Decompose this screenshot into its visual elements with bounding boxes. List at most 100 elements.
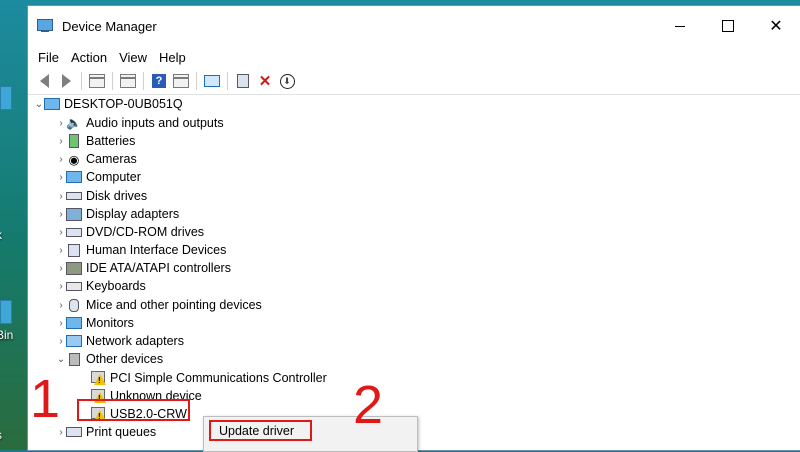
chevron-down-icon[interactable]: ⌄: [34, 99, 44, 110]
help-icon[interactable]: ?: [150, 72, 168, 90]
camera-icon: ◉: [68, 152, 80, 167]
step-number-1: 1: [30, 369, 61, 429]
chevron-right-icon[interactable]: ›: [56, 318, 66, 329]
category-label: Print queues: [86, 425, 157, 439]
category-label: Other devices: [86, 352, 164, 366]
back-icon[interactable]: [35, 72, 53, 90]
monitor-icon: [66, 170, 82, 184]
category-label: Cameras: [86, 152, 137, 166]
desktop-label: Bin: [0, 328, 14, 342]
tree-category[interactable]: › 🔈 Audio inputs and outputs: [56, 114, 224, 132]
category-label: Batteries: [86, 134, 136, 148]
computer-icon: [44, 97, 60, 111]
device-label: PCI Simple Communications Controller: [110, 371, 327, 385]
step-number-2: 2: [353, 375, 384, 435]
toolbar: ? ✕ ⬇: [28, 68, 800, 95]
close-button[interactable]: ✕: [752, 6, 800, 46]
menu-help[interactable]: Help: [153, 50, 192, 65]
speaker-icon: 🔈: [66, 115, 82, 130]
ide-controller-icon: [66, 261, 82, 275]
highlight-box-usb-device: [77, 399, 190, 421]
chevron-right-icon[interactable]: ›: [56, 245, 66, 256]
uninstall-icon[interactable]: ✕: [256, 72, 274, 90]
maximize-button[interactable]: [704, 6, 752, 46]
other-devices-icon: [66, 352, 82, 366]
download-icon[interactable]: ⬇: [278, 72, 296, 90]
display-adapter-icon: [66, 207, 82, 221]
category-label: Display adapters: [86, 207, 180, 221]
chevron-right-icon[interactable]: ›: [56, 209, 66, 220]
enable-icon[interactable]: [234, 72, 252, 90]
printer-icon: [66, 425, 82, 439]
title-bar[interactable]: Device Manager ✕: [28, 6, 800, 46]
chevron-right-icon[interactable]: ›: [56, 281, 66, 292]
tree-category[interactable]: › Computer: [56, 168, 141, 186]
tree-category[interactable]: › ◉ Cameras: [56, 150, 137, 168]
recycle-bin-icon[interactable]: [0, 300, 12, 324]
toolbar-separator: [81, 72, 82, 90]
minimize-button[interactable]: [656, 6, 704, 46]
hid-icon: [66, 243, 82, 257]
category-label: Mice and other pointing devices: [86, 298, 262, 312]
tree-root[interactable]: ⌄ DESKTOP-0UB051Q: [34, 95, 183, 113]
chevron-right-icon[interactable]: ›: [56, 118, 66, 129]
tree-category[interactable]: › Network adapters: [56, 332, 184, 350]
toolbar-separator: [227, 72, 228, 90]
device-manager-window: Device Manager ✕ File Action View Help ?…: [28, 6, 800, 450]
chevron-down-icon[interactable]: ⌄: [56, 354, 66, 365]
chevron-right-icon[interactable]: ›: [56, 191, 66, 202]
tree-category[interactable]: › Keyboards: [56, 277, 146, 295]
tree-device[interactable]: ! PCI Simple Communications Controller: [90, 369, 327, 387]
tree-category[interactable]: › Display adapters: [56, 205, 179, 223]
chevron-right-icon[interactable]: ›: [56, 263, 66, 274]
view-icon[interactable]: [172, 72, 190, 90]
chevron-right-icon[interactable]: ›: [56, 336, 66, 347]
update-icon[interactable]: [119, 72, 137, 90]
disk-drive-icon: [66, 189, 82, 203]
desktop-label: s: [0, 428, 2, 442]
category-label: Disk drives: [86, 189, 148, 203]
chevron-right-icon[interactable]: ›: [56, 300, 66, 311]
context-menu: Update driver: [203, 416, 418, 452]
toolbar-separator: [112, 72, 113, 90]
keyboard-icon: [66, 279, 82, 293]
tree-category[interactable]: › Disk drives: [56, 187, 147, 205]
tree-category[interactable]: › Mice and other pointing devices: [56, 296, 262, 314]
category-label: Human Interface Devices: [86, 243, 227, 257]
tree-category[interactable]: › Human Interface Devices: [56, 241, 226, 259]
dvd-drive-icon: [66, 225, 82, 239]
toolbar-separator: [196, 72, 197, 90]
properties-icon[interactable]: [88, 72, 106, 90]
update-driver-menu-item[interactable]: Update driver: [209, 420, 312, 441]
device-manager-icon: [37, 18, 53, 34]
category-label: IDE ATA/ATAPI controllers: [86, 261, 231, 275]
chevron-right-icon[interactable]: ›: [56, 227, 66, 238]
warning-icon: !: [90, 371, 106, 385]
chevron-right-icon[interactable]: ›: [56, 136, 66, 147]
menu-bar: File Action View Help: [28, 46, 800, 68]
tree-category[interactable]: › Monitors: [56, 314, 134, 332]
tree-category[interactable]: › Print queues: [56, 423, 156, 441]
tree-category[interactable]: › DVD/CD-ROM drives: [56, 223, 204, 241]
forward-icon[interactable]: [57, 72, 75, 90]
menu-action[interactable]: Action: [65, 50, 113, 65]
tree-root-label: DESKTOP-0UB051Q: [64, 97, 183, 111]
mouse-icon: [66, 298, 82, 312]
desktop-shortcut-icon[interactable]: [0, 86, 12, 110]
chevron-right-icon[interactable]: ›: [56, 154, 66, 165]
window-title: Device Manager: [62, 18, 157, 34]
scan-icon[interactable]: [203, 72, 221, 90]
menu-file[interactable]: File: [32, 50, 65, 65]
category-label: Keyboards: [86, 279, 146, 293]
chevron-right-icon[interactable]: ›: [56, 172, 66, 183]
toolbar-separator: [143, 72, 144, 90]
tree-category[interactable]: ⌄ Other devices: [56, 350, 163, 368]
tree-category[interactable]: › IDE ATA/ATAPI controllers: [56, 259, 231, 277]
tree-category[interactable]: › Batteries: [56, 132, 135, 150]
network-adapter-icon: [66, 334, 82, 348]
category-label: Network adapters: [86, 334, 184, 348]
menu-view[interactable]: View: [113, 50, 153, 65]
category-label: Audio inputs and outputs: [86, 116, 224, 130]
battery-icon: [66, 134, 82, 148]
monitor-icon: [66, 316, 82, 330]
